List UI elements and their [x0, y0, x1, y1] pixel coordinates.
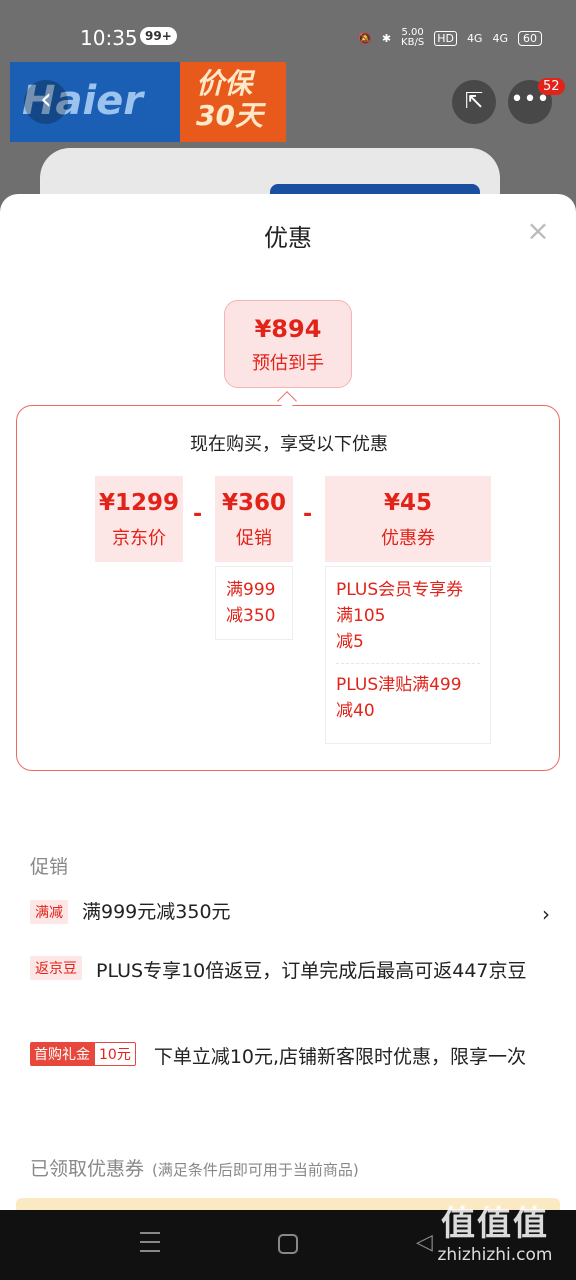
claimed-coupons-title: 已领取优惠券	[30, 1158, 145, 1180]
promotion-text: PLUS专享10倍返豆，订单完成后最高可返447京豆	[96, 960, 527, 982]
claimed-coupons-header: 已领取优惠券 (满足条件后即可用于当前商品)	[30, 1154, 359, 1181]
gift-tag-label: 首购礼金	[30, 1042, 94, 1066]
coupon-detail-line: 减5	[336, 632, 364, 652]
clock: 10:35	[80, 26, 138, 50]
close-icon: ×	[526, 214, 550, 247]
jd-price-cell: ¥1299 京东价	[95, 476, 183, 562]
promotion-label: 促销	[236, 528, 272, 549]
recent-apps-button[interactable]	[140, 1232, 160, 1254]
signal-icon-1: 4G	[466, 31, 483, 45]
battery-icon: 60	[518, 30, 542, 46]
status-bar: 10:35 99+ 🔕 ✱ 5.00 KB/S HD 4G 4G 60	[0, 0, 576, 62]
promotion-cell: ¥360 促销	[215, 476, 293, 562]
share-button[interactable]: ⇱	[452, 80, 496, 124]
first-purchase-gift-tag: 首购礼金 10元	[30, 1042, 136, 1066]
jingdou-tag: 返京豆	[30, 956, 82, 980]
discount-sheet: 优惠 × ¥894 预估到手 现在购买，享受以下优惠 ¥1299 京东价 - ¥…	[0, 194, 576, 1210]
promotion-text: 满999元减350元	[82, 901, 231, 923]
coupon-detail-line: 满105	[336, 606, 386, 626]
network-speed: 5.00 KB/S	[401, 28, 424, 48]
estimated-price-label: 预估到手	[252, 353, 324, 374]
promotion-amount: ¥360	[221, 490, 286, 516]
promotion-text: 下单立减10元,店铺新客限时优惠，限享一次	[153, 1046, 527, 1068]
coupon-detail-line: PLUS会员专享券	[336, 580, 464, 600]
back-arrow-icon: ‹	[40, 82, 52, 117]
estimated-price: ¥894	[254, 315, 322, 343]
discount-breakdown: 现在购买，享受以下优惠 ¥1299 京东价 - ¥360 促销 - ¥45 优惠…	[16, 405, 560, 771]
breakdown-header: 现在购买，享受以下优惠	[190, 434, 388, 455]
coupon-detail: PLUS会员专享券 满105 减5 PLUS津贴满499 减40	[325, 566, 491, 744]
promotion-detail: 满999 减350	[215, 566, 293, 640]
chevron-right-icon: ›	[542, 902, 550, 926]
promotion-row-first-purchase[interactable]: 首购礼金 10元 下单立减10元,店铺新客限时优惠，限享一次	[30, 1042, 550, 1072]
back-button[interactable]: ‹	[24, 80, 68, 124]
divider	[336, 663, 480, 664]
watermark: 值值值 zhizhizhi.com	[420, 1196, 570, 1276]
notification-count-badge: 99+	[140, 27, 177, 45]
coupon-detail-line: 减40	[336, 701, 375, 721]
coupon-cell: ¥45 优惠券	[325, 476, 491, 562]
close-button[interactable]: ×	[524, 217, 552, 246]
coupon-label: 优惠券	[381, 528, 435, 549]
hd-voice-icon: HD	[434, 30, 457, 46]
coupon-amount: ¥45	[383, 490, 432, 516]
watermark-site: zhizhizhi.com	[437, 1245, 553, 1265]
status-icons: 🔕 ✱ 5.00 KB/S HD 4G 4G 60	[358, 28, 542, 48]
signal-icon-2: 4G	[492, 31, 508, 45]
net-speed-unit: KB/S	[401, 37, 425, 48]
jd-price-label: 京东价	[112, 528, 166, 549]
minus-sign: -	[303, 502, 313, 527]
promotion-row-jingdou[interactable]: 返京豆 PLUS专享10倍返豆，订单完成后最高可返447京豆	[30, 956, 550, 986]
share-icon: ⇱	[464, 89, 484, 114]
price-guard-badge: 价保 30天	[180, 62, 286, 142]
promotion-row-full-reduction[interactable]: 满减 满999元减350元 ›	[30, 900, 550, 926]
full-reduction-tag: 满减	[30, 900, 68, 924]
jd-price: ¥1299	[98, 490, 180, 516]
promotions-title: 促销	[30, 856, 69, 878]
sheet-title: 优惠	[264, 224, 312, 252]
estimated-price-badge: ¥894 预估到手	[224, 300, 352, 388]
claimed-coupons-subtitle: (满足条件后即可用于当前商品)	[152, 1161, 359, 1179]
minus-sign: -	[193, 502, 203, 527]
promotion-detail-line: 满999	[226, 580, 276, 600]
bluetooth-icon: ✱	[381, 31, 392, 45]
mute-icon: 🔕	[358, 31, 372, 45]
message-count-badge: 52	[538, 78, 565, 95]
coupon-detail-line: PLUS津贴满499	[336, 675, 462, 695]
home-button[interactable]	[278, 1234, 298, 1254]
watermark-logo: 值值值	[441, 1204, 549, 1244]
promotion-detail-line: 减350	[226, 606, 276, 626]
gift-tag-amount: 10元	[94, 1042, 136, 1066]
